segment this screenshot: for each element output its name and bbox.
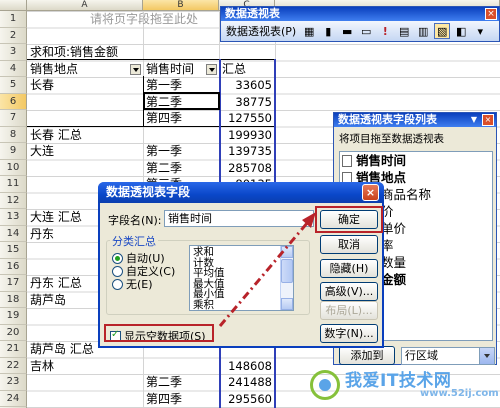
watermark-url: www.52ij.com: [420, 388, 499, 399]
annotation-arrow: [218, 212, 316, 327]
watermark-logo-icon: [310, 370, 340, 400]
